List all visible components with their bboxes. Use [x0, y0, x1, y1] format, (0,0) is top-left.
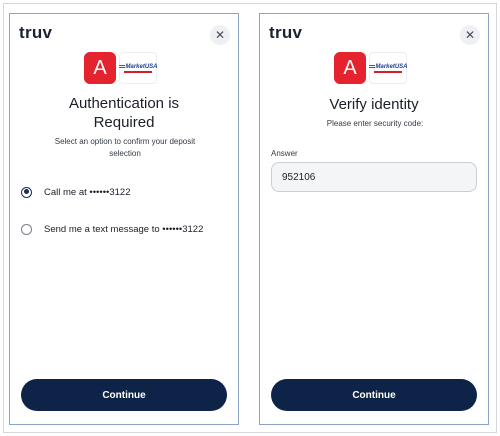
option-text-message[interactable]: Send me a text message to ••••••3122 — [21, 220, 231, 238]
logo-group: A MarketUSA — [260, 52, 488, 84]
page-title-line-2: Required — [93, 114, 155, 131]
truv-logo: truv — [19, 23, 53, 42]
partner-logo: MarketUSA — [368, 52, 408, 84]
security-code-input[interactable] — [271, 162, 477, 192]
subtitle-line-1: Select an option to confirm your deposit — [54, 137, 196, 146]
continue-button[interactable]: Continue — [21, 379, 227, 411]
partner-logo-text: MarketUSA — [375, 63, 408, 70]
flag-icon: MarketUSA — [118, 63, 158, 70]
subtitle: Please enter security code: — [326, 119, 424, 128]
radio-unselected[interactable] — [21, 223, 32, 235]
provider-logo: A — [334, 52, 366, 84]
partner-logo-text: MarketUSA — [125, 63, 158, 70]
option-call[interactable]: Call me at ••••••3122 — [21, 183, 231, 201]
flag-icon: MarketUSA — [368, 63, 408, 70]
answer-label: Answer — [271, 149, 298, 158]
partner-logo: MarketUSA — [118, 52, 158, 84]
continue-button[interactable]: Continue — [271, 379, 477, 411]
subtitle-line-2: selection — [109, 149, 141, 158]
option-text-message-label: Send me a text message to ••••••3122 — [44, 223, 204, 235]
radio-selected[interactable] — [21, 186, 32, 198]
truv-logo: truv — [269, 23, 303, 42]
logo-group: A MarketUSA — [10, 52, 238, 84]
provider-logo: A — [84, 52, 116, 84]
page-title-line-1: Authentication is — [68, 95, 180, 112]
auth-options-dialog: truv ✕ A MarketUSA Authentication is Req… — [9, 13, 239, 425]
close-icon[interactable]: ✕ — [460, 25, 480, 45]
option-call-label: Call me at ••••••3122 — [44, 186, 131, 198]
verify-identity-dialog: truv ✕ A MarketUSA Verify identity Pleas… — [259, 13, 489, 425]
close-icon[interactable]: ✕ — [210, 25, 230, 45]
page-title: Verify identity — [329, 96, 419, 113]
